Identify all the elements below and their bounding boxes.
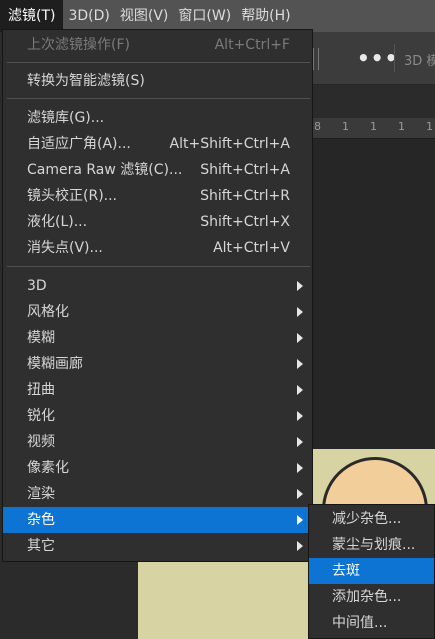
menu-item-last-filter: 上次滤镜操作(F) Alt+Ctrl+F [3,32,312,58]
horizontal-ruler: 8 1 1 1 1 [312,118,435,139]
menu-item-label: 添加杂色... [332,589,402,605]
3d-mode-label[interactable]: 3D 模 [404,50,435,69]
menu-item-label: 液化(L)... [27,214,88,230]
chevron-right-icon [297,489,303,499]
chevron-right-icon [297,437,303,447]
submenu-item-stylize[interactable]: 风格化 [3,299,312,325]
menu-item-label: 自适应广角(A)... [27,136,131,152]
submenu-item-video[interactable]: 视频 [3,429,312,455]
menu-item-shortcut: Shift+Ctrl+X [200,214,290,230]
toolbar-separator [394,44,395,72]
menu-bar: 滤镜(T) 3D(D) 视图(V) 窗口(W) 帮助(H) [0,0,435,32]
noise-submenu: 减少杂色... 蒙尘与划痕... 去斑 添加杂色... 中间值... [308,504,435,639]
menu-item-label: 去斑 [332,563,360,579]
menu-separator [7,266,310,267]
menu-separator [7,98,310,99]
menu-item-label: 其它 [27,538,55,554]
chevron-right-icon [297,307,303,317]
menu-item-shortcut: Alt+Ctrl+F [214,37,290,53]
menu-item-label: 锐化 [27,408,55,424]
ruler-tick: 8 [314,120,321,133]
filter-dropdown-menu: 上次滤镜操作(F) Alt+Ctrl+F 转换为智能滤镜(S) 滤镜库(G)..… [2,29,313,562]
menu-view[interactable]: 视图(V) [115,0,174,32]
menu-item-adaptive-wide-angle[interactable]: 自适应广角(A)... Alt+Shift+Ctrl+A [3,131,312,157]
submenu-item-render[interactable]: 渲染 [3,481,312,507]
menu-item-median[interactable]: 中间值... [309,610,434,636]
menu-item-lens-correction[interactable]: 镜头校正(R)... Shift+Ctrl+R [3,183,312,209]
ruler-tick: 1 [398,120,405,133]
menu-window[interactable]: 窗口(W) [173,0,236,32]
menu-item-shortcut: Alt+Shift+Ctrl+A [169,136,290,152]
more-horizontal-icon[interactable]: ••• [357,46,398,70]
menu-item-label: 扭曲 [27,382,55,398]
menu-item-label: 模糊 [27,330,55,346]
menu-help[interactable]: 帮助(H) [236,0,295,32]
menu-item-filter-gallery[interactable]: 滤镜库(G)... [3,105,312,131]
menu-item-label: 模糊画廊 [27,356,83,372]
menu-item-camera-raw[interactable]: Camera Raw 滤镜(C)... Shift+Ctrl+A [3,157,312,183]
menu-item-shortcut: Shift+Ctrl+A [200,162,290,178]
menu-item-label: 上次滤镜操作(F) [27,37,130,53]
menu-item-label: Camera Raw 滤镜(C)... [27,162,183,178]
chevron-right-icon [297,541,303,551]
submenu-item-distort[interactable]: 扭曲 [3,377,312,403]
chevron-right-icon [297,515,303,525]
menu-item-vanishing-point[interactable]: 消失点(V)... Alt+Ctrl+V [3,235,312,261]
chevron-right-icon [297,411,303,421]
menu-item-label: 3D [27,278,47,294]
ruler-tick: 1 [342,120,349,133]
menu-item-convert-smart-filter[interactable]: 转换为智能滤镜(S) [3,68,312,94]
menu-item-despeckle[interactable]: 去斑 [309,558,434,584]
submenu-item-sharpen[interactable]: 锐化 [3,403,312,429]
menu-item-label: 渲染 [27,486,55,502]
menu-item-liquify[interactable]: 液化(L)... Shift+Ctrl+X [3,209,312,235]
submenu-item-noise[interactable]: 杂色 [3,507,312,533]
submenu-item-other[interactable]: 其它 [3,533,312,559]
menu-filter[interactable]: 滤镜(T) [0,0,64,32]
menu-item-label: 视频 [27,434,55,450]
menu-separator [7,62,310,63]
toolbar-divider [313,48,319,70]
chevron-right-icon [297,281,303,291]
chevron-right-icon [297,333,303,343]
ruler-tick: 1 [370,120,377,133]
submenu-item-blur[interactable]: 模糊 [3,325,312,351]
menu-item-label: 消失点(V)... [27,240,103,256]
submenu-item-blur-gallery[interactable]: 模糊画廊 [3,351,312,377]
menu-item-label: 减少杂色... [332,511,402,527]
menu-item-label: 蒙尘与划痕... [332,537,416,553]
chevron-right-icon [297,385,303,395]
menu-item-label: 中间值... [332,615,388,631]
chevron-right-icon [297,359,303,369]
menu-item-add-noise[interactable]: 添加杂色... [309,584,434,610]
menu-item-label: 风格化 [27,304,69,320]
menu-item-label: 镜头校正(R)... [27,188,118,204]
chevron-right-icon [297,463,303,473]
ruler-tick: 1 [426,120,433,133]
menu-item-shortcut: Alt+Ctrl+V [213,240,290,256]
menu-3d[interactable]: 3D(D) [63,0,114,32]
menu-item-reduce-noise[interactable]: 减少杂色... [309,506,434,532]
menu-item-label: 转换为智能滤镜(S) [27,73,145,89]
menu-item-label: 杂色 [27,512,55,528]
menu-item-dust-scratches[interactable]: 蒙尘与划痕... [309,532,434,558]
submenu-item-3d[interactable]: 3D [3,273,312,299]
menu-item-label: 滤镜库(G)... [27,110,105,126]
menu-item-label: 像素化 [27,460,69,476]
submenu-item-pixelate[interactable]: 像素化 [3,455,312,481]
menu-item-shortcut: Shift+Ctrl+R [200,188,290,204]
